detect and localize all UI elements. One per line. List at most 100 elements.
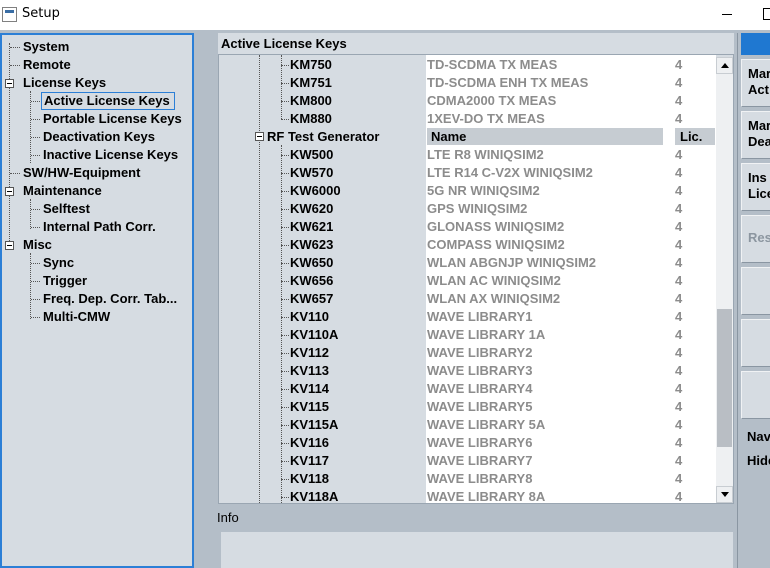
app-icon xyxy=(2,7,17,22)
table-row[interactable]: KM750 TD-SCDMA TX MEAS 4 xyxy=(219,56,716,74)
license-key-cell: KV113 xyxy=(290,363,330,378)
scroll-down-icon[interactable] xyxy=(716,486,733,503)
table-row[interactable]: KM751 TD-SCDMA ENH TX MEAS 4 xyxy=(219,74,716,92)
license-name-cell: WLAN ABGNJP WINIQSIM2 xyxy=(427,255,597,270)
license-key-cell: KW650 xyxy=(290,255,334,270)
license-key-cell: KW6000 xyxy=(290,183,341,198)
license-key-cell: KM880 xyxy=(290,111,332,126)
navigation-tree: System Remote License Keys Active Licens… xyxy=(0,33,194,568)
table-row[interactable]: KM800 CDMA2000 TX MEAS 4 xyxy=(219,92,716,110)
table-row[interactable]: KW500 LTE R8 WINIQSIM2 4 xyxy=(219,146,716,164)
table-row[interactable]: KV113 WAVE LIBRARY3 4 xyxy=(219,362,716,380)
minimize-icon[interactable] xyxy=(719,5,735,23)
collapse-rf-test-generator-icon[interactable] xyxy=(255,132,264,141)
table-row[interactable]: KV115A WAVE LIBRARY 5A 4 xyxy=(219,416,716,434)
table-row[interactable]: KW656 WLAN AC WINIQSIM2 4 xyxy=(219,272,716,290)
group-label: RF Test Generator xyxy=(267,129,380,144)
license-count-cell: 4 xyxy=(675,309,683,324)
tree-item-multi-cmw[interactable]: Multi-CMW xyxy=(43,308,110,326)
license-key-cell: KW623 xyxy=(290,237,334,252)
license-name-cell: WAVE LIBRARY 5A xyxy=(427,417,546,432)
info-label: Info xyxy=(217,510,239,525)
tree-item-freq-dep-corr-tab[interactable]: Freq. Dep. Corr. Tab... xyxy=(43,290,177,308)
table-row[interactable]: KV117 WAVE LIBRARY7 4 xyxy=(219,452,716,470)
tree-item-system[interactable]: System xyxy=(23,38,69,56)
license-count-cell: 4 xyxy=(675,237,683,252)
collapse-license-keys-icon[interactable] xyxy=(5,79,14,88)
table-row[interactable]: KV118 WAVE LIBRARY8 4 xyxy=(219,470,716,488)
license-count-cell: 4 xyxy=(675,345,683,360)
column-header-lic[interactable]: Lic. xyxy=(675,128,715,145)
collapse-maintenance-icon[interactable] xyxy=(5,187,14,196)
softkey-manage-activation[interactable]: Mar Act xyxy=(741,59,770,107)
table-row[interactable]: KW623 COMPASS WINIQSIM2 4 xyxy=(219,236,716,254)
license-key-cell: KW656 xyxy=(290,273,334,288)
softkey-reset[interactable]: Res xyxy=(741,215,770,263)
table-row[interactable]: KW620 GPS WINIQSIM2 4 xyxy=(219,200,716,218)
tree-item-selftest[interactable]: Selftest xyxy=(43,200,90,218)
license-table: KM750 TD-SCDMA TX MEAS 4 KM751 TD-SCDMA ENH … xyxy=(218,54,734,504)
license-key-cell: KM800 xyxy=(290,93,332,108)
softkey-empty-2[interactable] xyxy=(741,319,770,367)
table-row[interactable]: KV118A WAVE LIBRARY 8A 4 xyxy=(219,488,716,504)
table-row[interactable]: KW621 GLONASS WINIQSIM2 4 xyxy=(219,218,716,236)
license-count-cell: 4 xyxy=(675,489,683,504)
license-name-cell: 5G NR WINIQSIM2 xyxy=(427,183,540,198)
softkey-manage-deactivation[interactable]: Mar Dea xyxy=(741,111,770,159)
tree-item-sync[interactable]: Sync xyxy=(43,254,74,272)
table-row[interactable]: KV110 WAVE LIBRARY1 4 xyxy=(219,308,716,326)
title-bar: Setup xyxy=(0,0,770,30)
table-row[interactable]: KW657 WLAN AX WINIQSIM2 4 xyxy=(219,290,716,308)
license-name-cell: WAVE LIBRARY1 xyxy=(427,309,533,324)
table-row[interactable]: KV110A WAVE LIBRARY 1A 4 xyxy=(219,326,716,344)
license-key-cell: KV115A xyxy=(290,417,339,432)
license-count-cell: 4 xyxy=(675,111,683,126)
softkey-active[interactable] xyxy=(741,33,770,55)
table-group-row[interactable]: RF Test Generator Name Lic. xyxy=(219,128,716,146)
table-row[interactable]: KM880 1XEV-DO TX MEAS 4 xyxy=(219,110,716,128)
table-row[interactable]: KV116 WAVE LIBRARY6 4 xyxy=(219,434,716,452)
scroll-thumb[interactable] xyxy=(717,309,732,447)
license-key-cell: KV110A xyxy=(290,327,339,342)
license-name-cell: 1XEV-DO TX MEAS xyxy=(427,111,545,126)
page-title: Active License Keys xyxy=(218,33,734,54)
tree-item-trigger[interactable]: Trigger xyxy=(43,272,87,290)
table-row[interactable]: KW6000 5G NR WINIQSIM2 4 xyxy=(219,182,716,200)
tree-item-inactive-license-keys[interactable]: Inactive License Keys xyxy=(43,146,178,164)
tree-item-remote[interactable]: Remote xyxy=(23,56,71,74)
license-name-cell: GPS WINIQSIM2 xyxy=(427,201,528,216)
table-row[interactable]: KW650 WLAN ABGNJP WINIQSIM2 4 xyxy=(219,254,716,272)
table-row[interactable]: KV112 WAVE LIBRARY2 4 xyxy=(219,344,716,362)
scroll-up-icon[interactable] xyxy=(716,57,733,74)
license-key-cell: KV115 xyxy=(290,399,330,414)
tree-item-misc[interactable]: Misc xyxy=(23,236,52,254)
column-header-name[interactable]: Name xyxy=(427,128,663,145)
table-row[interactable]: KW570 LTE R14 C-V2X WINIQSIM2 4 xyxy=(219,164,716,182)
license-key-cell: KW621 xyxy=(290,219,334,234)
softkey-empty-3[interactable] xyxy=(741,371,770,419)
tree-item-maintenance[interactable]: Maintenance xyxy=(23,182,102,200)
softkey-hide[interactable]: Hide xyxy=(741,453,770,471)
table-scrollbar[interactable] xyxy=(716,57,733,503)
license-key-cell: KW620 xyxy=(290,201,334,216)
license-count-cell: 4 xyxy=(675,291,683,306)
license-name-cell: WLAN AC WINIQSIM2 xyxy=(427,273,561,288)
maximize-icon[interactable] xyxy=(763,8,770,20)
tree-item-internal-path-corr[interactable]: Internal Path Corr. xyxy=(43,218,156,236)
table-row[interactable]: KV114 WAVE LIBRARY4 4 xyxy=(219,380,716,398)
license-name-cell: COMPASS WINIQSIM2 xyxy=(427,237,565,252)
license-name-cell: TD-SCDMA TX MEAS xyxy=(427,57,558,72)
tree-item-portable-license-keys[interactable]: Portable License Keys xyxy=(43,110,182,128)
softkey-empty-1[interactable] xyxy=(741,267,770,315)
tree-item-sw-hw-equipment[interactable]: SW/HW-Equipment xyxy=(23,164,140,182)
collapse-misc-icon[interactable] xyxy=(5,241,14,250)
tree-item-active-license-keys[interactable]: Active License Keys xyxy=(41,92,175,110)
table-row[interactable]: KV115 WAVE LIBRARY5 4 xyxy=(219,398,716,416)
tree-item-deactivation-keys[interactable]: Deactivation Keys xyxy=(43,128,155,146)
softkey-panel: Mar Act Mar Dea Ins Lice Res Navi Hide xyxy=(737,33,770,568)
license-key-cell: KV114 xyxy=(290,381,330,396)
softkey-install-license[interactable]: Ins Lice xyxy=(741,163,770,211)
info-box xyxy=(221,532,733,568)
softkey-navigation[interactable]: Navi xyxy=(741,429,770,447)
tree-item-license-keys[interactable]: License Keys xyxy=(23,74,106,92)
